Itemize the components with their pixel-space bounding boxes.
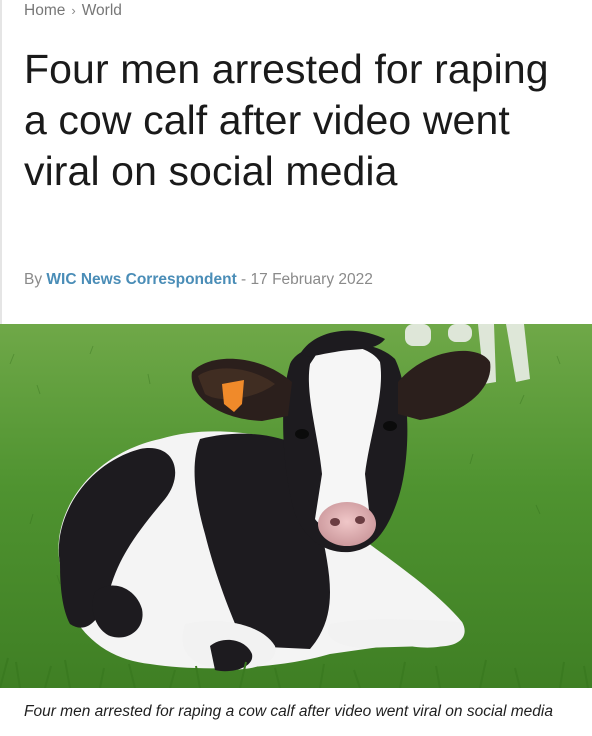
breadcrumb-world-link[interactable]: World <box>82 0 122 22</box>
breadcrumb: Home › World <box>24 0 122 22</box>
article-byline: By WIC News Correspondent - 17 February … <box>24 271 373 289</box>
author-link[interactable]: WIC News Correspondent <box>46 271 236 288</box>
article-date: 17 February 2022 <box>250 271 373 288</box>
byline-date-separator: - <box>236 271 251 288</box>
byline-prefix: By <box>24 271 43 288</box>
page-edge-rule <box>0 0 2 324</box>
image-caption: Four men arrested for raping a cow calf … <box>24 703 553 720</box>
article-headline: Four men arrested for raping a cow calf … <box>24 46 549 194</box>
chevron-right-icon: › <box>71 3 76 18</box>
breadcrumb-home-link[interactable]: Home <box>24 0 65 22</box>
article-hero-image <box>0 324 592 688</box>
